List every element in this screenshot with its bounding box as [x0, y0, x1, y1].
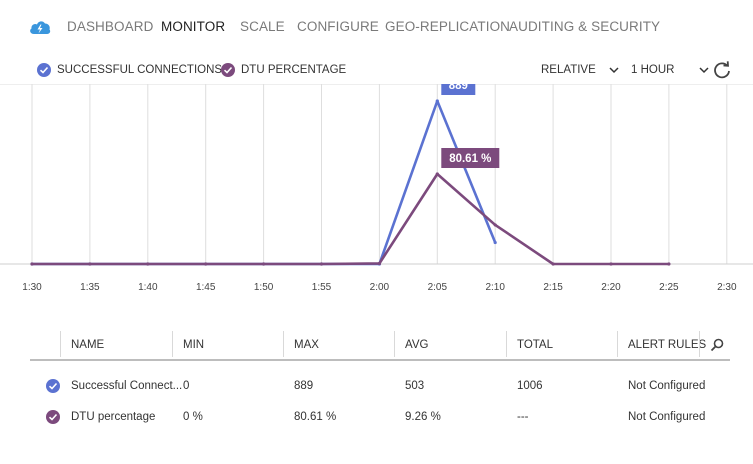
- checkmark-icon[interactable]: [46, 410, 60, 424]
- column-header-avg[interactable]: AVG: [405, 339, 428, 351]
- range-value-select[interactable]: 1 HOUR: [631, 64, 711, 76]
- tab-auditing-security[interactable]: AUDITING & SECURITY: [509, 19, 660, 34]
- column-divider: [60, 331, 61, 357]
- checkmark-icon[interactable]: [46, 379, 60, 393]
- checkmark-icon: [221, 63, 235, 77]
- data-point: [435, 172, 439, 176]
- tab-monitor[interactable]: MONITOR: [161, 19, 225, 34]
- legend-label: SUCCESSFUL CONNECTIONS: [57, 64, 223, 76]
- cell-name: Successful Connect...: [71, 380, 183, 392]
- cell-total: ---: [517, 411, 529, 423]
- x-tick-label: 1:55: [312, 282, 332, 293]
- cell-total: 1006: [517, 380, 543, 392]
- top-navigation: DASHBOARD MONITOR SCALE CONFIGURE GEO-RE…: [0, 0, 753, 56]
- cell-avg: 9.26 %: [405, 411, 441, 423]
- table-row[interactable]: Successful Connect... 0 889 503 1006 Not…: [30, 371, 730, 402]
- column-header-min[interactable]: MIN: [183, 339, 204, 351]
- tab-dashboard[interactable]: DASHBOARD: [67, 19, 153, 34]
- data-point: [319, 262, 324, 266]
- x-tick-label: 2:10: [485, 282, 505, 293]
- cell-min: 0: [183, 380, 190, 392]
- x-tick-label: 2:30: [717, 282, 737, 293]
- data-point: [377, 261, 381, 266]
- data-point: [146, 262, 150, 266]
- x-tick-label: 2:25: [659, 282, 679, 293]
- legend-label: DTU PERCENTAGE: [241, 64, 347, 76]
- data-point: [435, 99, 439, 103]
- x-tick-label: 2:00: [370, 282, 390, 293]
- cell-max: 889: [294, 380, 314, 392]
- checkmark-icon: [37, 63, 51, 77]
- cloud-lightning-icon: [30, 21, 51, 34]
- x-tick-label: 1:30: [22, 282, 42, 293]
- range-mode-value: RELATIVE: [541, 64, 596, 76]
- range-mode-select[interactable]: RELATIVE: [541, 64, 621, 76]
- cell-min: 0 %: [183, 411, 203, 423]
- column-header-max[interactable]: MAX: [294, 339, 319, 351]
- column-divider: [172, 331, 173, 357]
- column-divider: [506, 331, 507, 357]
- data-point: [551, 262, 555, 266]
- data-point: [204, 262, 208, 266]
- table-row[interactable]: DTU percentage 0 % 80.61 % 9.26 % --- No…: [30, 402, 730, 433]
- series-line-dtu-percentage: [32, 172, 669, 266]
- column-header-name[interactable]: NAME: [71, 339, 104, 351]
- x-tick-label: 2:05: [428, 282, 448, 293]
- tab-geo-replication[interactable]: GEO-REPLICATION: [385, 19, 510, 34]
- refresh-icon[interactable]: [712, 60, 732, 80]
- column-divider: [617, 331, 618, 357]
- legend-dtu-percentage[interactable]: DTU PERCENTAGE: [221, 63, 346, 79]
- cell-max: 80.61 %: [294, 411, 337, 423]
- cell-avg: 503: [405, 380, 425, 392]
- tab-scale[interactable]: SCALE: [240, 19, 285, 34]
- x-tick-label: 1:40: [138, 282, 158, 293]
- data-point: [88, 262, 92, 266]
- chevron-down-icon: [699, 67, 709, 74]
- data-point: [667, 262, 671, 266]
- chart-toolbar: SUCCESSFUL CONNECTIONS DTU PERCENTAGE RE…: [0, 58, 753, 84]
- column-divider: [699, 331, 700, 357]
- search-icon[interactable]: [710, 338, 724, 352]
- column-header-total[interactable]: TOTAL: [517, 339, 553, 351]
- table-header: NAME MIN MAX AVG TOTAL ALERT RULES: [30, 331, 730, 361]
- tab-configure[interactable]: CONFIGURE: [297, 19, 379, 34]
- column-divider: [283, 331, 284, 357]
- x-tick-label: 1:35: [80, 282, 100, 293]
- value-callout-label: 80.61 %: [449, 153, 491, 165]
- x-tick-label: 1:50: [254, 282, 274, 293]
- data-point: [30, 262, 34, 266]
- data-point: [493, 223, 497, 227]
- legend-successful-connections[interactable]: SUCCESSFUL CONNECTIONS: [37, 63, 222, 79]
- cell-name: DTU percentage: [71, 411, 156, 423]
- column-divider: [394, 331, 395, 357]
- data-point: [262, 262, 266, 266]
- cell-alert-rules: Not Configured: [628, 411, 706, 423]
- metrics-table: NAME MIN MAX AVG TOTAL ALERT RULES Succe…: [30, 331, 730, 433]
- column-header-alert-rules[interactable]: ALERT RULES: [628, 339, 706, 351]
- chevron-down-icon: [609, 67, 619, 74]
- range-value: 1 HOUR: [631, 64, 675, 76]
- cell-alert-rules: Not Configured: [628, 380, 706, 392]
- metrics-line-chart: 1:30 1:35 1:40 1:45 1:50 1:55 2:00 2:05 2:10 2:15…: [0, 84, 753, 293]
- x-tick-label: 2:15: [543, 282, 563, 293]
- x-tick-label: 1:45: [196, 282, 216, 293]
- data-point: [493, 240, 497, 245]
- data-point: [609, 262, 613, 266]
- x-tick-label: 2:20: [601, 282, 621, 293]
- value-callout-label: 889: [449, 84, 468, 92]
